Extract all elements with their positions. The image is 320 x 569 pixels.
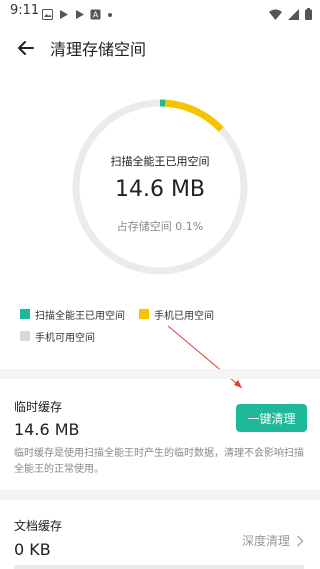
legend-item-app: 扫描全能王已用空间 [20, 307, 125, 322]
dot-icon [106, 5, 117, 17]
ring-percent: 占存储空间 0.1% [116, 220, 204, 233]
legend-swatch [139, 309, 149, 319]
svg-text:A: A [93, 11, 99, 20]
temp-cache-size: 14.6 MB [14, 420, 80, 439]
app-bar: 清理存储空间 [0, 28, 320, 68]
play-icon [58, 5, 69, 19]
legend-label: 手机已用空间 [154, 310, 214, 322]
status-bar: 9:11 A [0, 0, 320, 24]
system-icons [269, 5, 312, 24]
ring-label: 扫描全能王已用空间 [110, 155, 210, 168]
storage-ring: 扫描全能王已用空间 14.6 MB 占存储空间 0.1% [70, 97, 250, 277]
ring-size: 14.6 MB [114, 177, 206, 202]
legend-item-phone-used: 手机已用空间 [139, 307, 214, 322]
annotation-arrow [167, 325, 243, 389]
one-click-clean-button[interactable]: 一键清理 [236, 404, 307, 432]
doc-cache-title: 文档缓存 [14, 519, 63, 533]
cut-off-text [14, 565, 304, 569]
wifi-icon [269, 5, 282, 24]
arrow-back-icon[interactable] [14, 36, 38, 60]
deep-clean-label: 深度清理 [241, 534, 290, 548]
legend-label: 扫描全能王已用空间 [35, 310, 125, 322]
play-icon [74, 5, 85, 19]
page-title: 清理存储空间 [50, 40, 147, 59]
notification-icons: A [42, 5, 117, 20]
chevron-right-icon [297, 535, 304, 546]
temp-cache-description: 临时缓存是使用扫描全能王时产生的临时数据，清理不会影响扫描全能王的正常使用。 [14, 448, 304, 475]
section-divider [0, 369, 320, 379]
legend-item-phone-free: 手机可用空间 [20, 329, 95, 344]
doc-cache-size: 0 KB [14, 540, 51, 559]
legend-swatch [20, 331, 30, 341]
section-divider [0, 490, 320, 500]
status-time: 9:11 [10, 3, 40, 18]
deep-clean-link[interactable]: 深度清理 [242, 532, 304, 549]
legend-label: 手机可用空间 [35, 332, 95, 344]
font-icon: A [90, 5, 101, 20]
signal-icon [288, 5, 299, 24]
battery-icon [305, 5, 312, 24]
legend-swatch [20, 309, 30, 319]
temp-cache-title: 临时缓存 [14, 400, 63, 414]
gallery-icon [42, 5, 53, 20]
back-button[interactable] [14, 36, 38, 60]
